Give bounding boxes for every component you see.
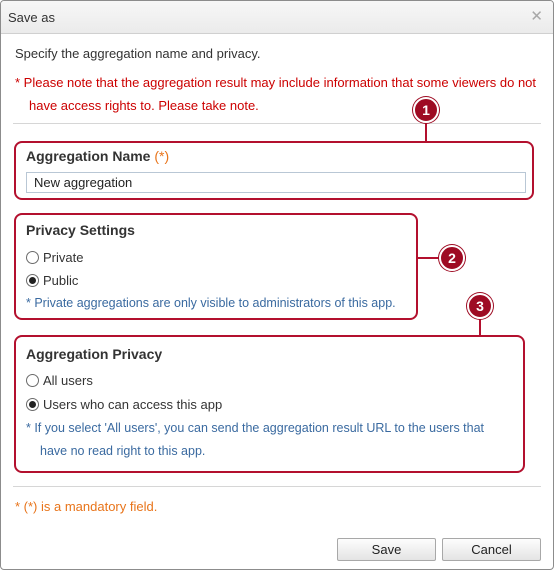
radio-public[interactable]: Public	[26, 273, 78, 288]
radio-public-circle[interactable]	[26, 274, 39, 287]
privacy-settings-note: * Private aggregations are only visible …	[26, 296, 396, 310]
dialog-titlebar: Save as ✕	[1, 1, 553, 34]
callout-2-connector	[416, 257, 440, 259]
aggregation-privacy-note: * If you select 'All users', you can sen…	[26, 417, 518, 463]
aggregation-name-heading: Aggregation Name (*)	[26, 148, 169, 164]
cancel-button[interactable]: Cancel	[442, 538, 541, 561]
aggregation-privacy-note-line-2: have no read right to this app.	[40, 444, 206, 458]
required-mark: (*)	[154, 148, 170, 164]
callout-3-badge: 3	[467, 293, 493, 319]
aggregation-name-input[interactable]	[26, 172, 526, 193]
radio-app-users-label: Users who can access this app	[43, 397, 223, 412]
radio-public-label: Public	[43, 273, 79, 288]
mandatory-note: * (*) is a mandatory field.	[15, 499, 158, 514]
aggregation-privacy-heading: Aggregation Privacy	[26, 346, 163, 362]
aggregation-privacy-note-line-1: * If you select 'All users', you can sen…	[26, 421, 485, 435]
divider-bottom	[13, 486, 541, 487]
aggregation-name-label: Aggregation Name	[26, 148, 151, 164]
close-icon[interactable]: ✕	[530, 8, 543, 26]
callout-2-badge: 2	[439, 245, 465, 271]
radio-all-users-circle[interactable]	[26, 374, 39, 387]
warning-line-1: * Please note that the aggregation resul…	[15, 75, 537, 90]
callout-1-badge: 1	[413, 97, 439, 123]
intro-text: Specify the aggregation name and privacy…	[15, 46, 261, 61]
save-button[interactable]: Save	[337, 538, 436, 561]
divider-top	[13, 123, 541, 124]
save-as-dialog: Save as ✕ Specify the aggregation name a…	[0, 0, 554, 570]
warning-text: * Please note that the aggregation resul…	[15, 71, 545, 117]
dialog-title: Save as	[8, 10, 55, 25]
radio-private[interactable]: Private	[26, 250, 83, 265]
radio-private-label: Private	[43, 250, 84, 265]
radio-app-users[interactable]: Users who can access this app	[26, 397, 222, 412]
radio-private-circle[interactable]	[26, 251, 39, 264]
radio-all-users[interactable]: All users	[26, 373, 93, 388]
callout-3-connector	[479, 317, 481, 336]
radio-all-users-label: All users	[43, 373, 93, 388]
radio-app-users-circle[interactable]	[26, 398, 39, 411]
privacy-settings-heading: Privacy Settings	[26, 222, 135, 238]
warning-line-2: have access rights to. Please take note.	[29, 98, 259, 113]
